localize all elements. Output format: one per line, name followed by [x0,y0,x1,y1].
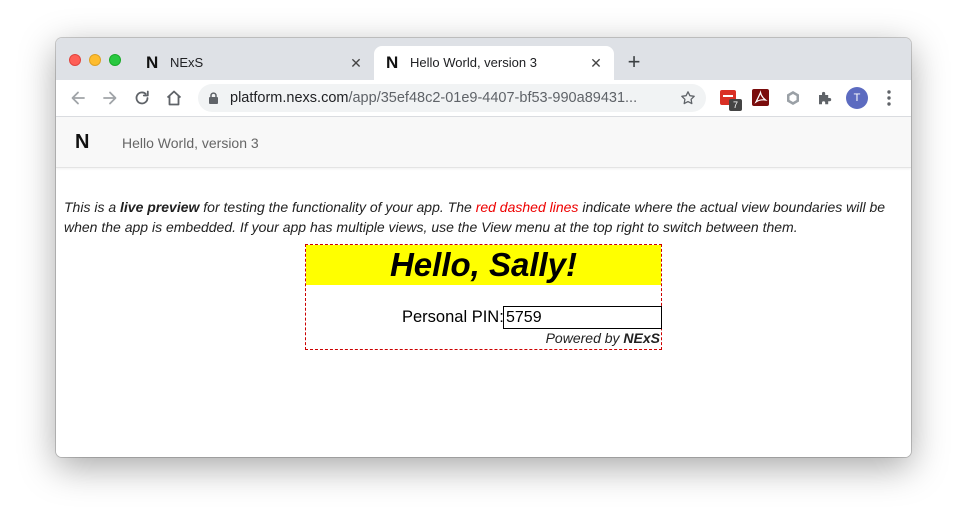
extensions-puzzle-icon[interactable] [816,89,834,107]
bookmark-star-icon[interactable] [680,90,696,106]
greeting-banner: Hello, Sally! [306,245,661,285]
new-tab-button[interactable]: + [624,51,644,73]
browser-window: N NExS ✕ N Hello World, version 3 ✕ + pl… [56,38,911,457]
pin-label: Personal PIN: [402,308,504,326]
greeting-text: Hello, Sally! [389,246,578,283]
url-host: platform.nexs.com [230,90,349,106]
close-window-button[interactable] [69,54,81,66]
notice-text: for testing the functionality of your ap… [199,199,476,215]
notice-emphasis: live preview [120,199,200,215]
back-icon[interactable] [68,88,88,108]
tab-nexs[interactable]: N NExS ✕ [134,46,374,80]
extension-badge: 7 [729,99,742,111]
tab-title: Hello World, version 3 [410,55,537,70]
tab-title: NExS [170,55,204,70]
more-menu-icon[interactable] [884,89,894,107]
notice-highlight: red dashed lines [475,199,579,215]
extension-todo-icon[interactable]: 7 [720,89,742,111]
app-preview-frame: Hello, Sally! Personal PIN: Powered by N… [305,244,662,350]
app-title: Hello World, version 3 [122,135,259,151]
pin-input[interactable] [503,306,662,329]
app-header: N Hello World, version 3 [56,117,911,168]
maximize-window-button[interactable] [109,54,121,66]
acrobat-extension-icon[interactable] [752,89,770,107]
browser-toolbar: platform.nexs.com/app/35ef48c2-01e9-4407… [56,80,911,117]
reload-icon[interactable] [132,88,152,108]
hexagon-extension-icon[interactable] [784,89,802,107]
notice-text: This is a [64,199,121,215]
close-icon[interactable]: ✕ [588,55,604,71]
preview-notice: This is a live preview for testing the f… [64,197,904,237]
nexs-logo-icon: N [386,53,399,72]
nexs-logo-icon: N [146,53,159,72]
tab-hello-world[interactable]: N Hello World, version 3 ✕ [374,46,614,80]
lock-icon[interactable] [208,92,219,104]
powered-by: Powered by NExS [546,330,660,346]
forward-icon[interactable] [100,88,120,108]
home-icon[interactable] [164,88,184,108]
url-path: /app/35ef48c2-01e9-4407-bf53-990a89431..… [348,90,638,106]
url-text: platform.nexs.com/app/35ef48c2-01e9-4407… [230,90,637,106]
profile-avatar[interactable]: T [846,87,868,109]
powered-by-brand: NExS [623,330,660,346]
tab-strip: N NExS ✕ N Hello World, version 3 ✕ + [56,38,911,80]
close-icon[interactable]: ✕ [348,55,364,71]
powered-by-prefix: Powered by [545,330,624,346]
minimize-window-button[interactable] [89,54,101,66]
nexs-logo-icon[interactable]: N [75,132,89,152]
page-content: N Hello World, version 3 This is a live … [56,117,911,457]
address-bar[interactable]: platform.nexs.com/app/35ef48c2-01e9-4407… [198,84,706,112]
